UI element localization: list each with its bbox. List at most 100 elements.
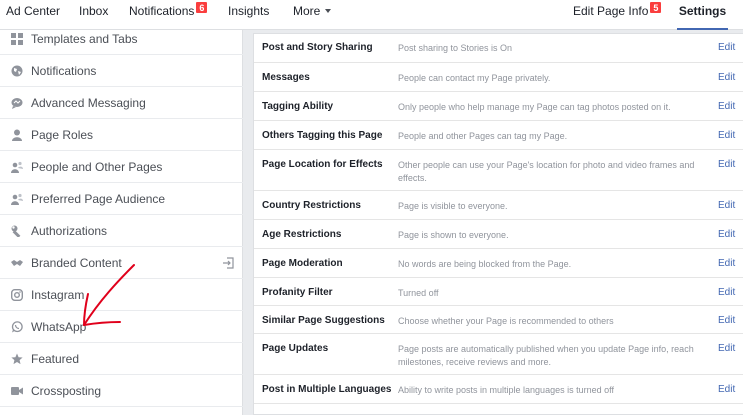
nav-inbox-label: Inbox [79, 4, 109, 18]
setting-description: Post sharing to Stories is On [398, 43, 513, 53]
nav-settings-tab[interactable]: Settings [677, 0, 728, 30]
edit-link[interactable]: Edit [718, 258, 735, 269]
sidebar-item-label: People and Other Pages [31, 160, 163, 174]
nav-edit-page-info-label: Edit Page Info [573, 4, 649, 18]
handshake-icon [11, 260, 23, 266]
edit-page-info-count-badge: 5 [649, 1, 663, 14]
edit-link[interactable]: Edit [718, 287, 735, 298]
setting-description: No words are being blocked from the Page… [398, 259, 572, 269]
globe-icon [11, 65, 23, 77]
setting-name: Page Moderation [262, 258, 343, 269]
edit-link[interactable]: Edit [718, 384, 735, 395]
edit-link[interactable]: Edit [718, 159, 735, 170]
open-external-icon[interactable] [222, 257, 234, 269]
settings-row-profanity-filter[interactable]: Profanity Filter Turned off Edit [254, 278, 743, 306]
edit-link[interactable]: Edit [718, 343, 735, 354]
nav-notifications-label: Notifications [129, 4, 195, 18]
person-icon [12, 129, 22, 141]
setting-name: Page Updates [262, 343, 329, 354]
settings-row-post-in-multiple-languages[interactable]: Post in Multiple Languages Ability to wr… [254, 375, 743, 404]
sidebar-item-label: Page Roles [31, 128, 94, 142]
sidebar-item-label: Crossposting [31, 384, 102, 398]
sidebar-item-people-and-other-pages[interactable]: People and Other Pages [0, 151, 243, 183]
edit-link[interactable]: Edit [718, 101, 735, 112]
sidebar-item-preferred-page-audience[interactable]: Preferred Page Audience [0, 183, 243, 215]
setting-description: Ability to write posts in multiple langu… [398, 385, 614, 395]
sidebar-item-label: Notifications [31, 64, 97, 78]
whatsapp-icon [11, 321, 23, 333]
sidebar-item-instagram[interactable]: Instagram [0, 279, 243, 311]
sidebar-item-advanced-messaging[interactable]: Advanced Messaging [0, 87, 243, 119]
setting-description: Page is shown to everyone. [398, 230, 509, 240]
notifications-count-badge: 6 [195, 1, 209, 14]
sidebar-item-label: Instagram [31, 288, 85, 302]
setting-description: Turned off [398, 288, 439, 298]
sidebar-item-label: Templates and Tabs [31, 32, 138, 46]
sidebar-item-label: Advanced Messaging [31, 96, 146, 110]
sidebar-item-whatsapp[interactable]: WhatsApp [0, 311, 243, 343]
settings-row-similar-page-suggestions[interactable]: Similar Page Suggestions Choose whether … [254, 306, 743, 334]
sidebar-item-templates-and-tabs[interactable]: Templates and Tabs [0, 23, 243, 55]
nav-edit-page-info[interactable]: Edit Page Info 5 [573, 0, 663, 30]
nav-insights-label: Insights [228, 4, 270, 18]
sidebar-item-label: Branded Content [31, 256, 122, 270]
setting-name: Profanity Filter [262, 287, 333, 298]
sidebar-item-notifications[interactable]: Notifications [0, 55, 243, 87]
setting-description: Only people who help manage my Page can … [398, 102, 671, 112]
settings-row-page-moderation[interactable]: Page Moderation No words are being block… [254, 249, 743, 278]
setting-name: Country Restrictions [262, 200, 361, 211]
sidebar-item-label: Authorizations [31, 224, 108, 238]
edit-link[interactable]: Edit [718, 229, 735, 240]
setting-name: Post and Story Sharing [262, 42, 373, 53]
sidebar-item-label: Preferred Page Audience [31, 192, 166, 206]
settings-row-country-restrictions[interactable]: Country Restrictions Page is visible to … [254, 191, 743, 220]
nav-ad-center-label: Ad Center [6, 4, 61, 18]
video-icon [11, 387, 23, 395]
nav-more-dropdown[interactable]: More [293, 0, 332, 30]
setting-name: Age Restrictions [262, 229, 342, 240]
settings-row-age-restrictions[interactable]: Age Restrictions Page is shown to everyo… [254, 220, 743, 249]
setting-description: Page posts are automatically published w… [398, 344, 694, 367]
setting-description: Choose whether your Page is recommended … [398, 316, 614, 326]
edit-link[interactable]: Edit [718, 315, 735, 326]
setting-name: Others Tagging this Page [262, 130, 383, 141]
setting-description: Other people can use your Page's locatio… [398, 160, 695, 183]
setting-name: Page Location for Effects [262, 159, 383, 170]
setting-description: Page is visible to everyone. [398, 201, 508, 211]
chat-bubble-icon [11, 98, 23, 109]
setting-name: Tagging Ability [262, 101, 334, 112]
edit-link[interactable]: Edit [718, 42, 735, 53]
setting-name: Messages [262, 72, 310, 83]
sidebar-item-featured[interactable]: Featured [0, 343, 243, 375]
setting-description: People can contact my Page privately. [398, 73, 551, 83]
setting-name: Similar Page Suggestions [262, 315, 385, 326]
sidebar-item-page-roles[interactable]: Page Roles [0, 119, 243, 151]
sidebar-item-label: Featured [31, 352, 80, 366]
people-icon [11, 193, 23, 205]
nav-settings-label: Settings [678, 4, 727, 18]
setting-name: Post in Multiple Languages [262, 384, 392, 395]
nav-more-label: More [293, 4, 321, 18]
settings-row-post-and-story-sharing[interactable]: Post and Story Sharing Post sharing to S… [254, 34, 743, 63]
instagram-icon [11, 289, 23, 301]
sidebar-item-authorizations[interactable]: Authorizations [0, 215, 243, 247]
people-icon [11, 161, 23, 173]
general-settings-panel: Post and Story Sharing Post sharing to S… [253, 33, 743, 415]
edit-link[interactable]: Edit [718, 200, 735, 211]
settings-row-others-tagging-this-page[interactable]: Others Tagging this Page People and othe… [254, 121, 743, 150]
caret-down-icon [325, 8, 332, 13]
settings-row-tagging-ability[interactable]: Tagging Ability Only people who help man… [254, 92, 743, 121]
sidebar-item-branded-content[interactable]: Branded Content [0, 247, 243, 279]
edit-link[interactable]: Edit [718, 72, 735, 83]
settings-row-page-updates[interactable]: Page Updates Page posts are automaticall… [254, 334, 743, 375]
grid-icon [11, 33, 23, 45]
settings-sidebar: Templates and Tabs Notifications Advance… [0, 30, 243, 415]
settings-row-page-location-for-effects[interactable]: Page Location for Effects Other people c… [254, 150, 743, 191]
wrench-icon [11, 225, 21, 237]
settings-row-messages[interactable]: Messages People can contact my Page priv… [254, 63, 743, 92]
sidebar-item-label: WhatsApp [31, 320, 87, 334]
star-icon [11, 353, 23, 365]
setting-description: People and other Pages can tag my Page. [398, 131, 568, 141]
sidebar-item-crossposting[interactable]: Crossposting [0, 375, 243, 407]
edit-link[interactable]: Edit [718, 130, 735, 141]
